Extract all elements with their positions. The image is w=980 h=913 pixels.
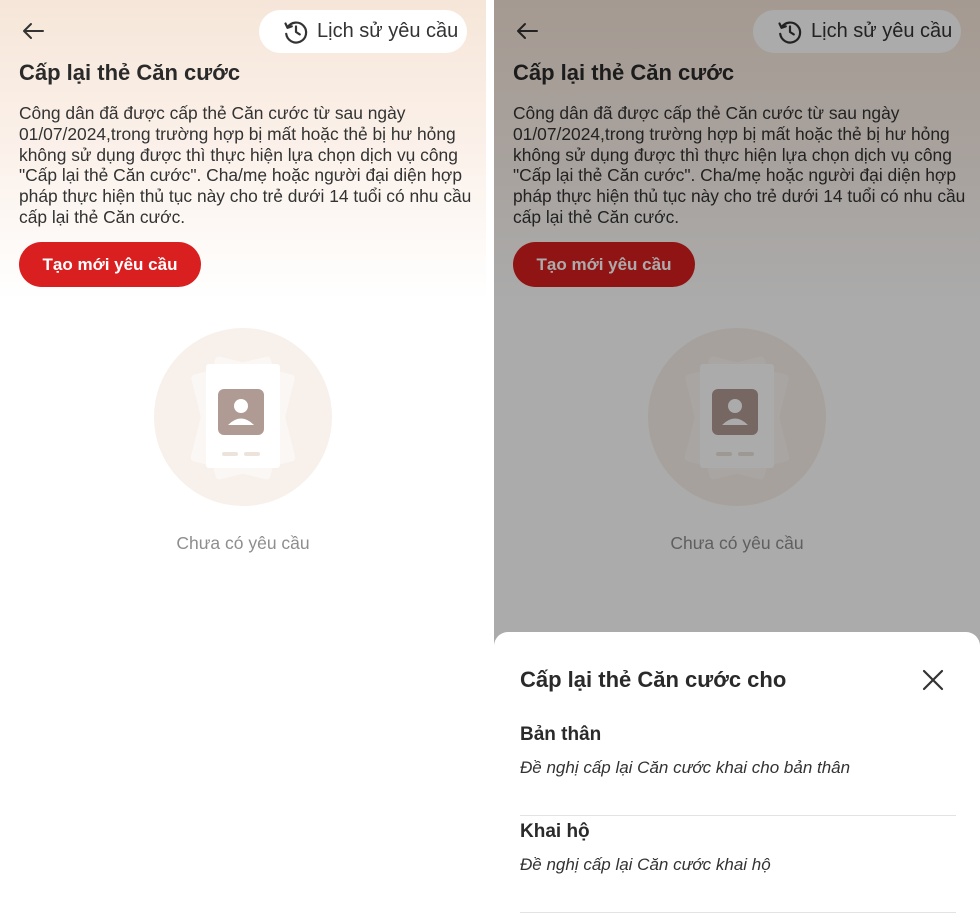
sheet-title: Cấp lại thẻ Căn cước cho — [520, 667, 787, 692]
create-request-button[interactable]: Tạo mới yêu cầu — [19, 242, 201, 287]
option-description: Đề nghị cấp lại Căn cước khai hộ — [520, 855, 771, 874]
service-description: Công dân đã được cấp thẻ Căn cước từ sau… — [19, 103, 472, 227]
option-description: Đề nghị cấp lại Căn cước khai cho bản th… — [520, 758, 851, 777]
history-button[interactable]: Lịch sử yêu cầu — [259, 10, 467, 53]
back-button[interactable] — [16, 16, 50, 46]
empty-state-text: Chưa có yêu cầu — [176, 533, 310, 553]
option-title: Bản thân — [520, 724, 602, 745]
history-label: Lịch sử yêu cầu — [317, 20, 459, 42]
option-on-behalf[interactable]: Khai hộ Đề nghị cấp lại Căn cước khai hộ — [520, 816, 956, 913]
option-title: Khai hộ — [520, 821, 590, 842]
close-button[interactable] — [918, 665, 948, 695]
option-self[interactable]: Bản thân Đề nghị cấp lại Căn cước khai c… — [520, 719, 956, 816]
id-card-illustration — [190, 356, 296, 480]
close-icon — [922, 669, 944, 691]
screen-main: Lịch sử yêu cầu Cấp lại thẻ Căn cước Côn… — [0, 0, 486, 913]
empty-state-illustration — [154, 328, 332, 506]
arrow-left-icon — [23, 23, 44, 39]
screen-divider — [486, 0, 494, 913]
page-title: Cấp lại thẻ Căn cước — [19, 60, 241, 85]
comparison-stage: Lịch sử yêu cầu Cấp lại thẻ Căn cước Côn… — [0, 0, 980, 913]
screen-with-sheet: Lịch sử yêu cầu Cấp lại thẻ Căn cước Côn… — [494, 0, 980, 913]
bottom-sheet: Cấp lại thẻ Căn cước cho Bản thân Đề ngh… — [494, 632, 980, 913]
clock-history-icon — [283, 19, 309, 45]
